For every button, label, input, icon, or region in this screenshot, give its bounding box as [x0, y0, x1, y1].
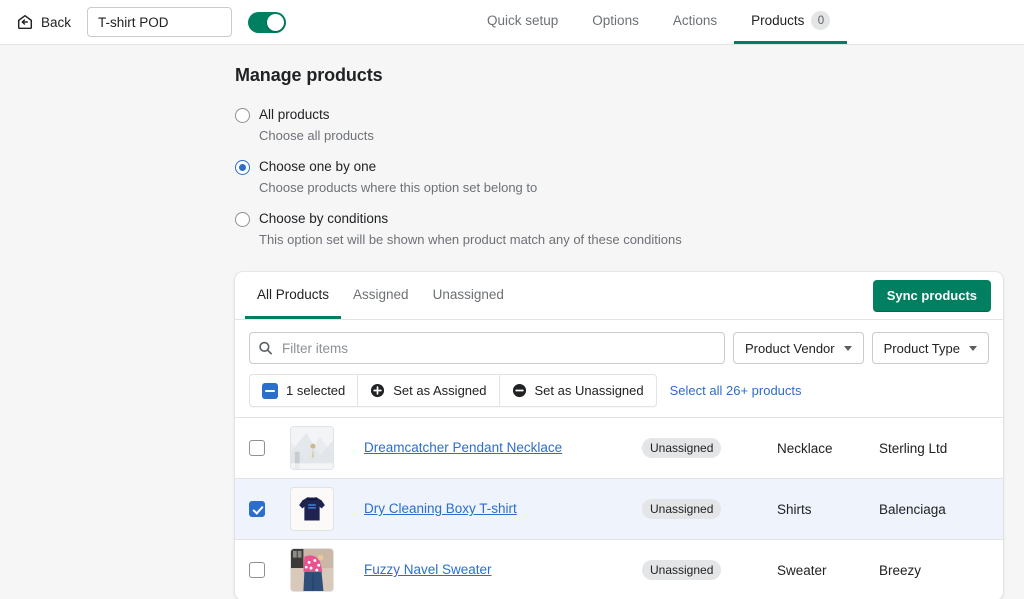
table-row[interactable]: Fuzzy Navel Sweater Unassigned Sweater B… — [235, 539, 1003, 599]
radio-indicator[interactable] — [235, 160, 250, 175]
product-link[interactable]: Dreamcatcher Pendant Necklace — [364, 440, 562, 455]
card-tab-assigned[interactable]: Assigned — [341, 272, 421, 319]
product-vendor-filter-label: Product Vendor — [745, 340, 835, 356]
tab-label: Actions — [672, 13, 718, 28]
chevron-down-icon — [843, 345, 852, 351]
search-field-wrapper — [249, 332, 725, 364]
radio-option-by-conditions[interactable]: Choose by conditions This option set wil… — [235, 210, 1003, 248]
back-button[interactable]: Back — [14, 11, 73, 33]
product-status-cell: Unassigned — [642, 499, 777, 519]
card-tab-label: All Products — [257, 286, 330, 302]
products-table: Dreamcatcher Pendant Necklace Unassigned… — [235, 417, 1003, 599]
set-as-unassigned-label: Set as Unassigned — [534, 383, 644, 398]
radio-indicator[interactable] — [235, 108, 250, 123]
tshirt-thumbnail — [290, 487, 334, 531]
top-bar: Back Quick setup Options Actions Product… — [0, 0, 1024, 45]
tab-label: Products — [751, 13, 805, 28]
product-name-cell: Dreamcatcher Pendant Necklace — [364, 439, 642, 457]
radio-label: Choose one by one — [259, 159, 377, 174]
product-name-cell: Dry Cleaning Boxy T-shirt — [364, 500, 642, 518]
option-set-name-input[interactable] — [87, 7, 233, 37]
product-link[interactable]: Fuzzy Navel Sweater — [364, 562, 492, 577]
row-checkbox[interactable] — [249, 440, 265, 456]
table-row[interactable]: Dry Cleaning Boxy T-shirt Unassigned Shi… — [235, 478, 1003, 539]
card-tab-label: Assigned — [353, 286, 409, 302]
page-title: Manage products — [235, 65, 383, 85]
row-checkbox[interactable] — [249, 501, 265, 517]
card-tab-unassigned[interactable]: Unassigned — [421, 272, 516, 319]
radio-option-all-products[interactable]: All products Choose all products — [235, 106, 1003, 144]
product-vendor-cell: Breezy — [879, 562, 922, 578]
set-as-unassigned-button[interactable]: Set as Unassigned — [500, 375, 656, 406]
bulk-action-group: 1 selected Set as Assigned Set as Unassi… — [249, 374, 657, 407]
back-arrow-box-icon — [16, 13, 34, 31]
product-status-cell: Unassigned — [642, 438, 777, 458]
necklace-thumbnail — [290, 426, 334, 470]
indeterminate-checkbox-icon[interactable] — [262, 382, 278, 399]
select-all-products-link[interactable]: Select all 26+ products — [670, 383, 802, 398]
tab-label: Options — [592, 13, 639, 28]
status-badge: Unassigned — [642, 560, 722, 580]
status-badge: Unassigned — [642, 438, 722, 458]
product-scope-radio-group: All products Choose all products Choose … — [235, 106, 1003, 248]
tab-products[interactable]: Products 0 — [734, 0, 848, 44]
product-status-cell: Unassigned — [642, 560, 777, 580]
minus-circle-icon — [512, 383, 527, 398]
row-checkbox[interactable] — [249, 562, 265, 578]
set-as-assigned-button[interactable]: Set as Assigned — [358, 375, 500, 406]
filter-row: Product Vendor Product Type — [235, 320, 1003, 374]
tab-options[interactable]: Options — [575, 0, 656, 44]
plus-circle-icon — [370, 383, 385, 398]
table-row[interactable]: Dreamcatcher Pendant Necklace Unassigned… — [235, 417, 1003, 478]
radio-label: Choose by conditions — [259, 211, 389, 226]
product-type-cell: Shirts — [777, 501, 812, 517]
sweater-thumbnail — [290, 548, 334, 592]
toggle-knob — [267, 13, 285, 31]
enable-toggle[interactable] — [248, 11, 287, 33]
radio-label: All products — [259, 107, 330, 122]
product-type-cell: Necklace — [777, 440, 833, 456]
selected-count-label: 1 selected — [286, 383, 346, 398]
set-as-assigned-label: Set as Assigned — [393, 383, 487, 398]
card-tab-all-products[interactable]: All Products — [245, 272, 342, 319]
products-card-header: All Products Assigned Unassigned Sync pr… — [235, 272, 1003, 320]
radio-option-one-by-one[interactable]: Choose one by one Choose products where … — [235, 158, 1003, 196]
product-type-filter-button[interactable]: Product Type — [871, 332, 989, 364]
content-column: Manage products All products Choose all … — [235, 45, 1003, 599]
radio-help-text: This option set will be shown when produ… — [259, 232, 682, 247]
tab-label: Quick setup — [487, 13, 559, 28]
card-tab-label: Unassigned — [432, 286, 504, 302]
back-button-label: Back — [41, 14, 72, 30]
product-link[interactable]: Dry Cleaning Boxy T-shirt — [364, 501, 517, 516]
page-body: Manage products All products Choose all … — [0, 45, 1024, 599]
bulk-select-all-toggle[interactable]: 1 selected — [250, 375, 359, 406]
status-badge: Unassigned — [642, 499, 722, 519]
tab-actions[interactable]: Actions — [656, 0, 734, 44]
filter-items-input[interactable] — [249, 332, 725, 364]
sync-products-button[interactable]: Sync products — [872, 279, 991, 312]
radio-help-text: Choose all products — [259, 128, 374, 143]
product-type-filter-label: Product Type — [883, 340, 960, 356]
radio-indicator[interactable] — [235, 212, 250, 227]
product-vendor-cell: Sterling Ltd — [879, 440, 948, 456]
main-tabs: Quick setup Options Actions Products 0 — [470, 0, 848, 44]
product-name-cell: Fuzzy Navel Sweater — [364, 561, 642, 579]
product-vendor-filter-button[interactable]: Product Vendor — [733, 332, 864, 364]
bulk-action-bar: 1 selected Set as Assigned Set as Unassi… — [249, 374, 989, 407]
radio-help-text: Choose products where this option set be… — [259, 180, 538, 195]
product-filter-tabs: All Products Assigned Unassigned — [235, 272, 516, 319]
product-type-cell: Sweater — [777, 562, 827, 578]
product-vendor-cell: Balenciaga — [879, 501, 946, 517]
products-card: All Products Assigned Unassigned Sync pr… — [235, 272, 1003, 599]
products-count-badge: 0 — [811, 11, 831, 30]
chevron-down-icon — [969, 345, 977, 351]
tab-quick-setup[interactable]: Quick setup — [470, 0, 575, 44]
